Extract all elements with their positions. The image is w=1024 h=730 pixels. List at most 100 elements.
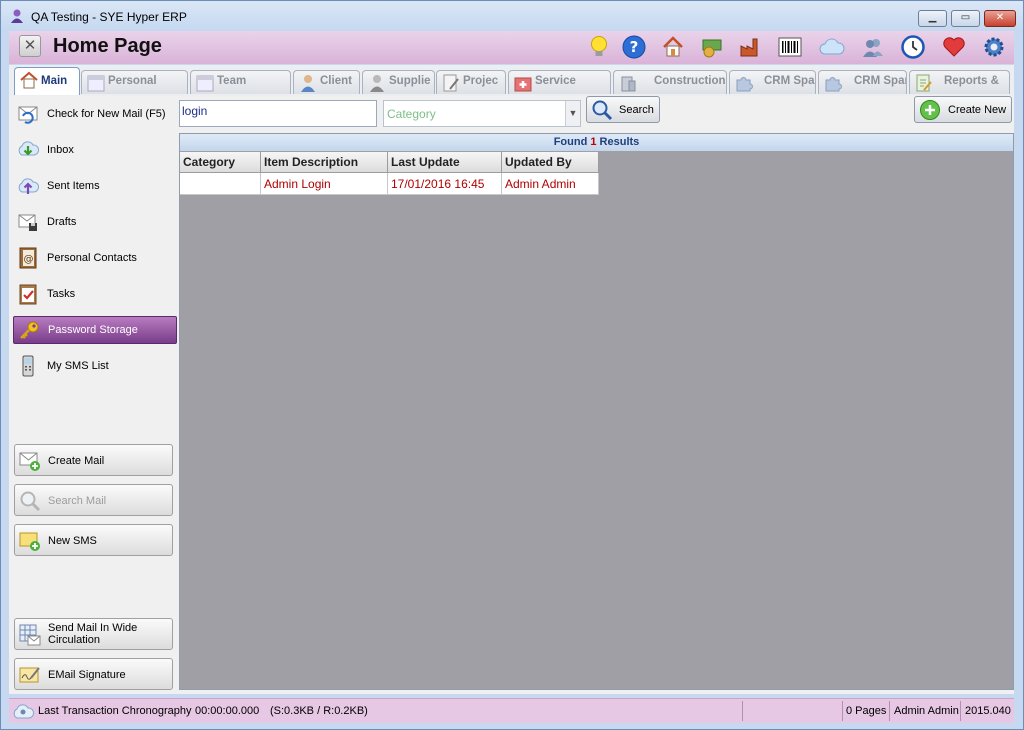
category-select[interactable]: Category ▼	[383, 100, 581, 127]
puzzle-icon	[825, 77, 842, 92]
password-storage-panel: login Category ▼ Search Create New Found…	[179, 96, 1014, 694]
tab-label: Reports &	[944, 75, 999, 87]
tab-crm-spare-2[interactable]: CRM Spar	[818, 70, 907, 94]
sidebar-item-label: Check for New Mail (F5)	[47, 108, 166, 120]
column-header-last-update[interactable]: Last Update	[388, 152, 502, 173]
column-header-item-description[interactable]: Item Description	[261, 152, 388, 173]
inbox-icon	[18, 141, 39, 156]
pages-count: 0 Pages	[846, 705, 887, 717]
cell-updated-by[interactable]: Admin Admin	[502, 173, 599, 195]
category-placeholder: Category	[387, 107, 436, 121]
address-book-icon: @	[19, 247, 37, 269]
sidebar-item-check-mail[interactable]: Check for New Mail (F5)	[13, 100, 177, 128]
svg-text:@: @	[24, 254, 34, 265]
column-header-category[interactable]: Category	[180, 152, 261, 173]
cell-last-update[interactable]: 17/01/2016 16:45	[388, 173, 502, 195]
search-button[interactable]: Search	[586, 96, 660, 123]
sidebar-item-drafts[interactable]: Drafts	[13, 208, 177, 236]
building-icon	[621, 76, 636, 92]
tab-service[interactable]: Service	[508, 70, 611, 94]
tab-label: Projec	[463, 75, 499, 87]
cell-category[interactable]	[180, 173, 261, 195]
users-icon[interactable]	[860, 34, 886, 60]
sidebar-item-label: Drafts	[47, 216, 77, 228]
add-icon	[920, 100, 940, 120]
help-icon[interactable]: ?	[621, 34, 647, 60]
email-signature-button[interactable]: EMail Signature	[14, 658, 173, 690]
column-header-updated-by[interactable]: Updated By	[502, 152, 599, 173]
home-icon[interactable]	[660, 34, 686, 60]
search-mail-button[interactable]: Search Mail	[14, 484, 173, 516]
window-close-button[interactable]: ✕	[984, 10, 1016, 27]
maximize-button[interactable]: ▭	[951, 10, 980, 27]
tab-label: Personal	[108, 75, 157, 87]
found-suffix: Results	[599, 136, 640, 148]
app-logo-icon	[11, 9, 23, 23]
close-page-button[interactable]: ✕	[19, 35, 41, 57]
transaction-time: 00:00:00.000	[195, 705, 260, 717]
lightbulb-icon[interactable]	[586, 34, 612, 60]
tab-project[interactable]: Projec	[436, 70, 506, 94]
tab-team[interactable]: Team	[190, 70, 291, 94]
sidebar-item-tasks[interactable]: Tasks	[13, 280, 177, 308]
tab-main[interactable]: Main	[14, 67, 80, 95]
tab-label: Supplie	[389, 75, 431, 87]
settings-icon[interactable]	[981, 34, 1007, 60]
sidebar-item-password-storage[interactable]: Password Storage	[13, 316, 177, 344]
button-label: Create Mail	[48, 455, 105, 467]
cloud-icon[interactable]	[819, 34, 845, 60]
sidebar-item-my-sms-list[interactable]: My SMS List	[13, 352, 177, 380]
calendar-icon	[196, 75, 214, 92]
divider	[742, 701, 743, 721]
sidebar-item-label: Inbox	[47, 144, 74, 156]
tab-reports[interactable]: Reports &	[909, 70, 1010, 94]
tab-label: CRM Spar	[854, 75, 907, 87]
sidebar-item-personal-contacts[interactable]: @ Personal Contacts	[13, 244, 177, 272]
search-input[interactable]: login	[179, 100, 377, 127]
puzzle-icon	[736, 77, 753, 92]
clock-icon[interactable]	[900, 34, 926, 60]
found-prefix: Found	[553, 136, 588, 148]
page-title: Home Page	[53, 35, 162, 57]
create-new-button[interactable]: Create New	[914, 96, 1012, 123]
document-pen-icon	[443, 74, 459, 92]
tab-crm-spare[interactable]: CRM Spar	[729, 70, 816, 94]
button-label-line-1: Send Mail In Wide	[48, 622, 138, 634]
person-icon	[370, 75, 384, 92]
tab-supplier[interactable]: Supplie	[362, 70, 435, 94]
tab-personal[interactable]: Personal	[81, 70, 188, 94]
sidebar-item-inbox[interactable]: Inbox	[13, 136, 177, 164]
sidebar-item-label: Tasks	[47, 288, 76, 300]
new-mail-icon	[19, 452, 40, 471]
finance-icon[interactable]	[699, 34, 725, 60]
button-label: Search Mail	[48, 495, 107, 507]
page-header: ✕ Home Page ?	[9, 31, 1014, 64]
title-bar: QA Testing - SYE Hyper ERP ▁ ▭ ✕	[1, 1, 1023, 31]
new-sms-button[interactable]: New SMS	[14, 524, 173, 556]
factory-icon[interactable]	[738, 34, 764, 60]
tab-label: Team	[217, 75, 247, 87]
tab-client[interactable]: Client	[293, 70, 360, 94]
button-label-line-2: Circulation	[48, 634, 100, 646]
calendar-icon	[87, 75, 105, 92]
chronography-label: Last Transaction Chronography	[38, 705, 192, 717]
sidebar-item-sent-items[interactable]: Sent Items	[13, 172, 177, 200]
key-icon	[20, 321, 39, 339]
current-user: Admin Admin	[894, 705, 959, 717]
found-count: 1	[590, 136, 597, 148]
mass-mail-icon	[19, 624, 41, 646]
tab-construction[interactable]: Construction	[613, 70, 727, 94]
results-count-banner: Found 1 Results	[180, 134, 1013, 151]
divider	[842, 701, 843, 721]
report-icon	[916, 74, 932, 92]
heart-icon[interactable]	[941, 34, 967, 60]
minimize-button[interactable]: ▁	[918, 10, 947, 27]
create-mail-button[interactable]: Create Mail	[14, 444, 173, 476]
new-sms-icon	[19, 532, 40, 551]
phone-icon	[22, 355, 34, 377]
module-tabs: Main Personal Team Client Supplie Projec…	[9, 65, 1014, 97]
barcode-icon[interactable]	[777, 34, 803, 60]
chevron-down-icon[interactable]: ▼	[565, 101, 580, 126]
send-mail-wide-circulation-button[interactable]: Send Mail In Wide Circulation	[14, 618, 173, 650]
cell-item-description[interactable]: Admin Login	[261, 173, 388, 195]
